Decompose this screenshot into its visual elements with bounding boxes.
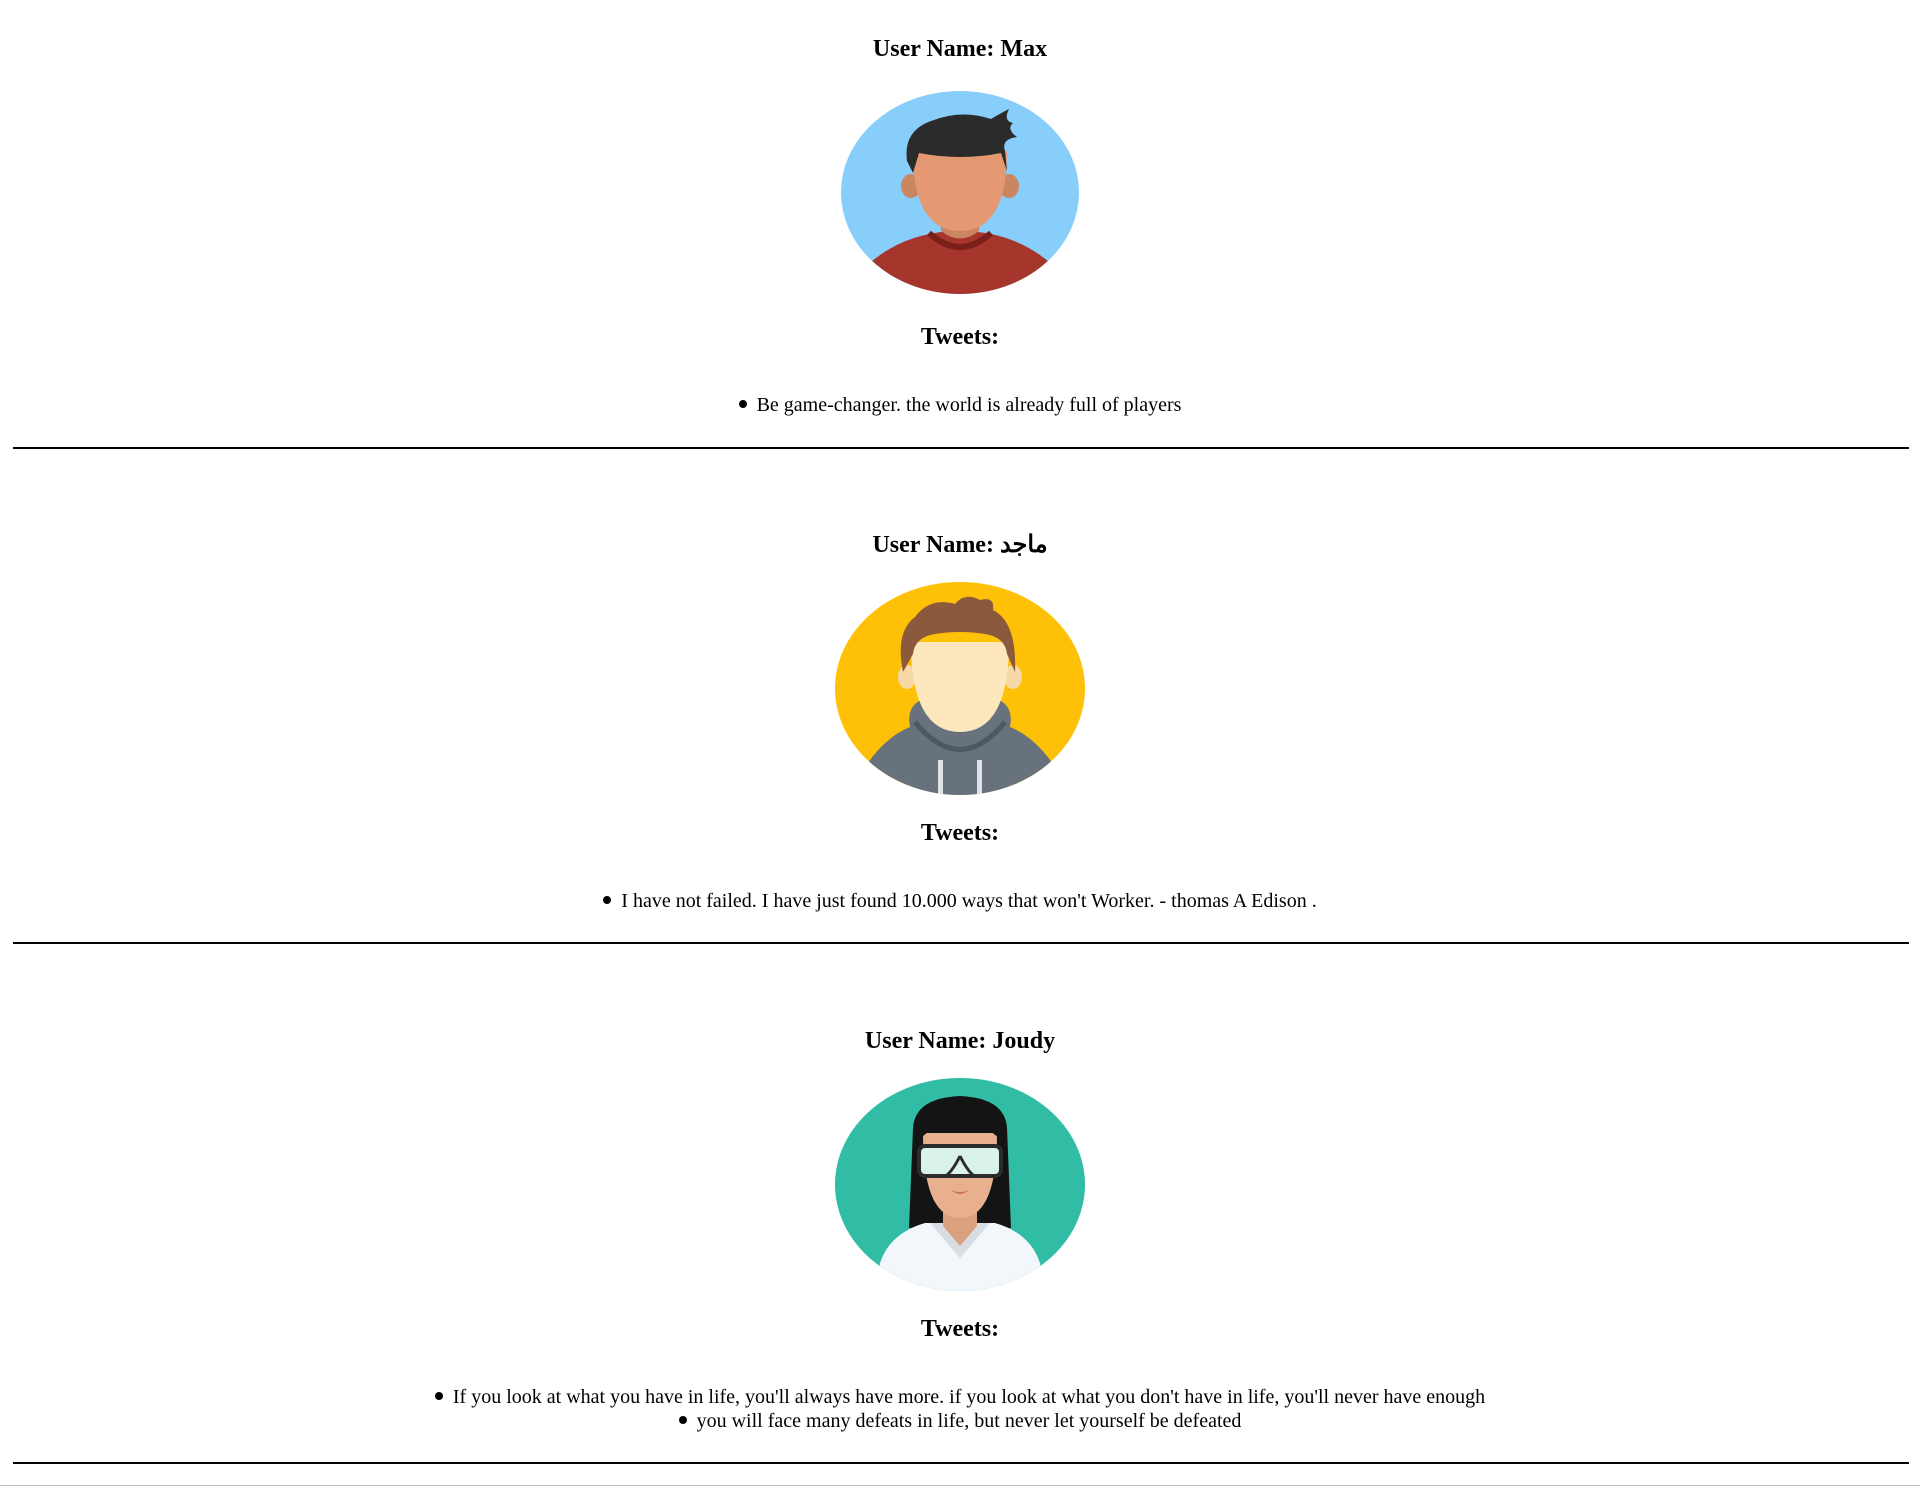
user-name-heading: User Name: Joudy [864, 1028, 1056, 1054]
tweet-list: Be game-changer. the world is already fu… [0, 393, 1920, 417]
bullet-icon [603, 896, 612, 905]
list-item: you will face many defeats in life, but … [0, 1409, 1920, 1433]
tweet-text: Be game-changer. the world is already fu… [756, 394, 1182, 416]
page-bottom-edge [0, 1485, 1920, 1486]
male-avatar-red-shirt-icon [841, 91, 1079, 294]
bullet-icon [434, 1392, 443, 1401]
user-name-heading: User Name: Max [872, 36, 1048, 62]
tweet-text: you will face many defeats in life, but … [696, 1410, 1242, 1432]
male-avatar-hoodie-icon [835, 582, 1085, 795]
list-item: If you look at what you have in life, yo… [0, 1385, 1920, 1409]
divider [13, 447, 1909, 449]
tweet-text: I have not failed. I have just found 10.… [621, 890, 1317, 912]
tweet-list: I have not failed. I have just found 10.… [0, 889, 1920, 913]
tweets-heading: Tweets: [920, 324, 1000, 350]
tweets-heading: Tweets: [920, 1316, 1000, 1342]
female-avatar-goggles-icon [835, 1078, 1085, 1291]
user-feed: User Name: Max Tweets: Be game-changer. … [0, 0, 1920, 1488]
divider [13, 942, 1909, 944]
divider [13, 1462, 1909, 1464]
bullet-icon [678, 1416, 687, 1425]
list-item: I have not failed. I have just found 10.… [0, 889, 1920, 913]
bullet-icon [738, 400, 747, 409]
user-name-heading: User Name: ماجد [872, 532, 1048, 558]
tweet-list: If you look at what you have in life, yo… [0, 1385, 1920, 1433]
tweet-text: If you look at what you have in life, yo… [452, 1386, 1486, 1408]
list-item: Be game-changer. the world is already fu… [0, 393, 1920, 417]
tweets-heading: Tweets: [920, 820, 1000, 846]
